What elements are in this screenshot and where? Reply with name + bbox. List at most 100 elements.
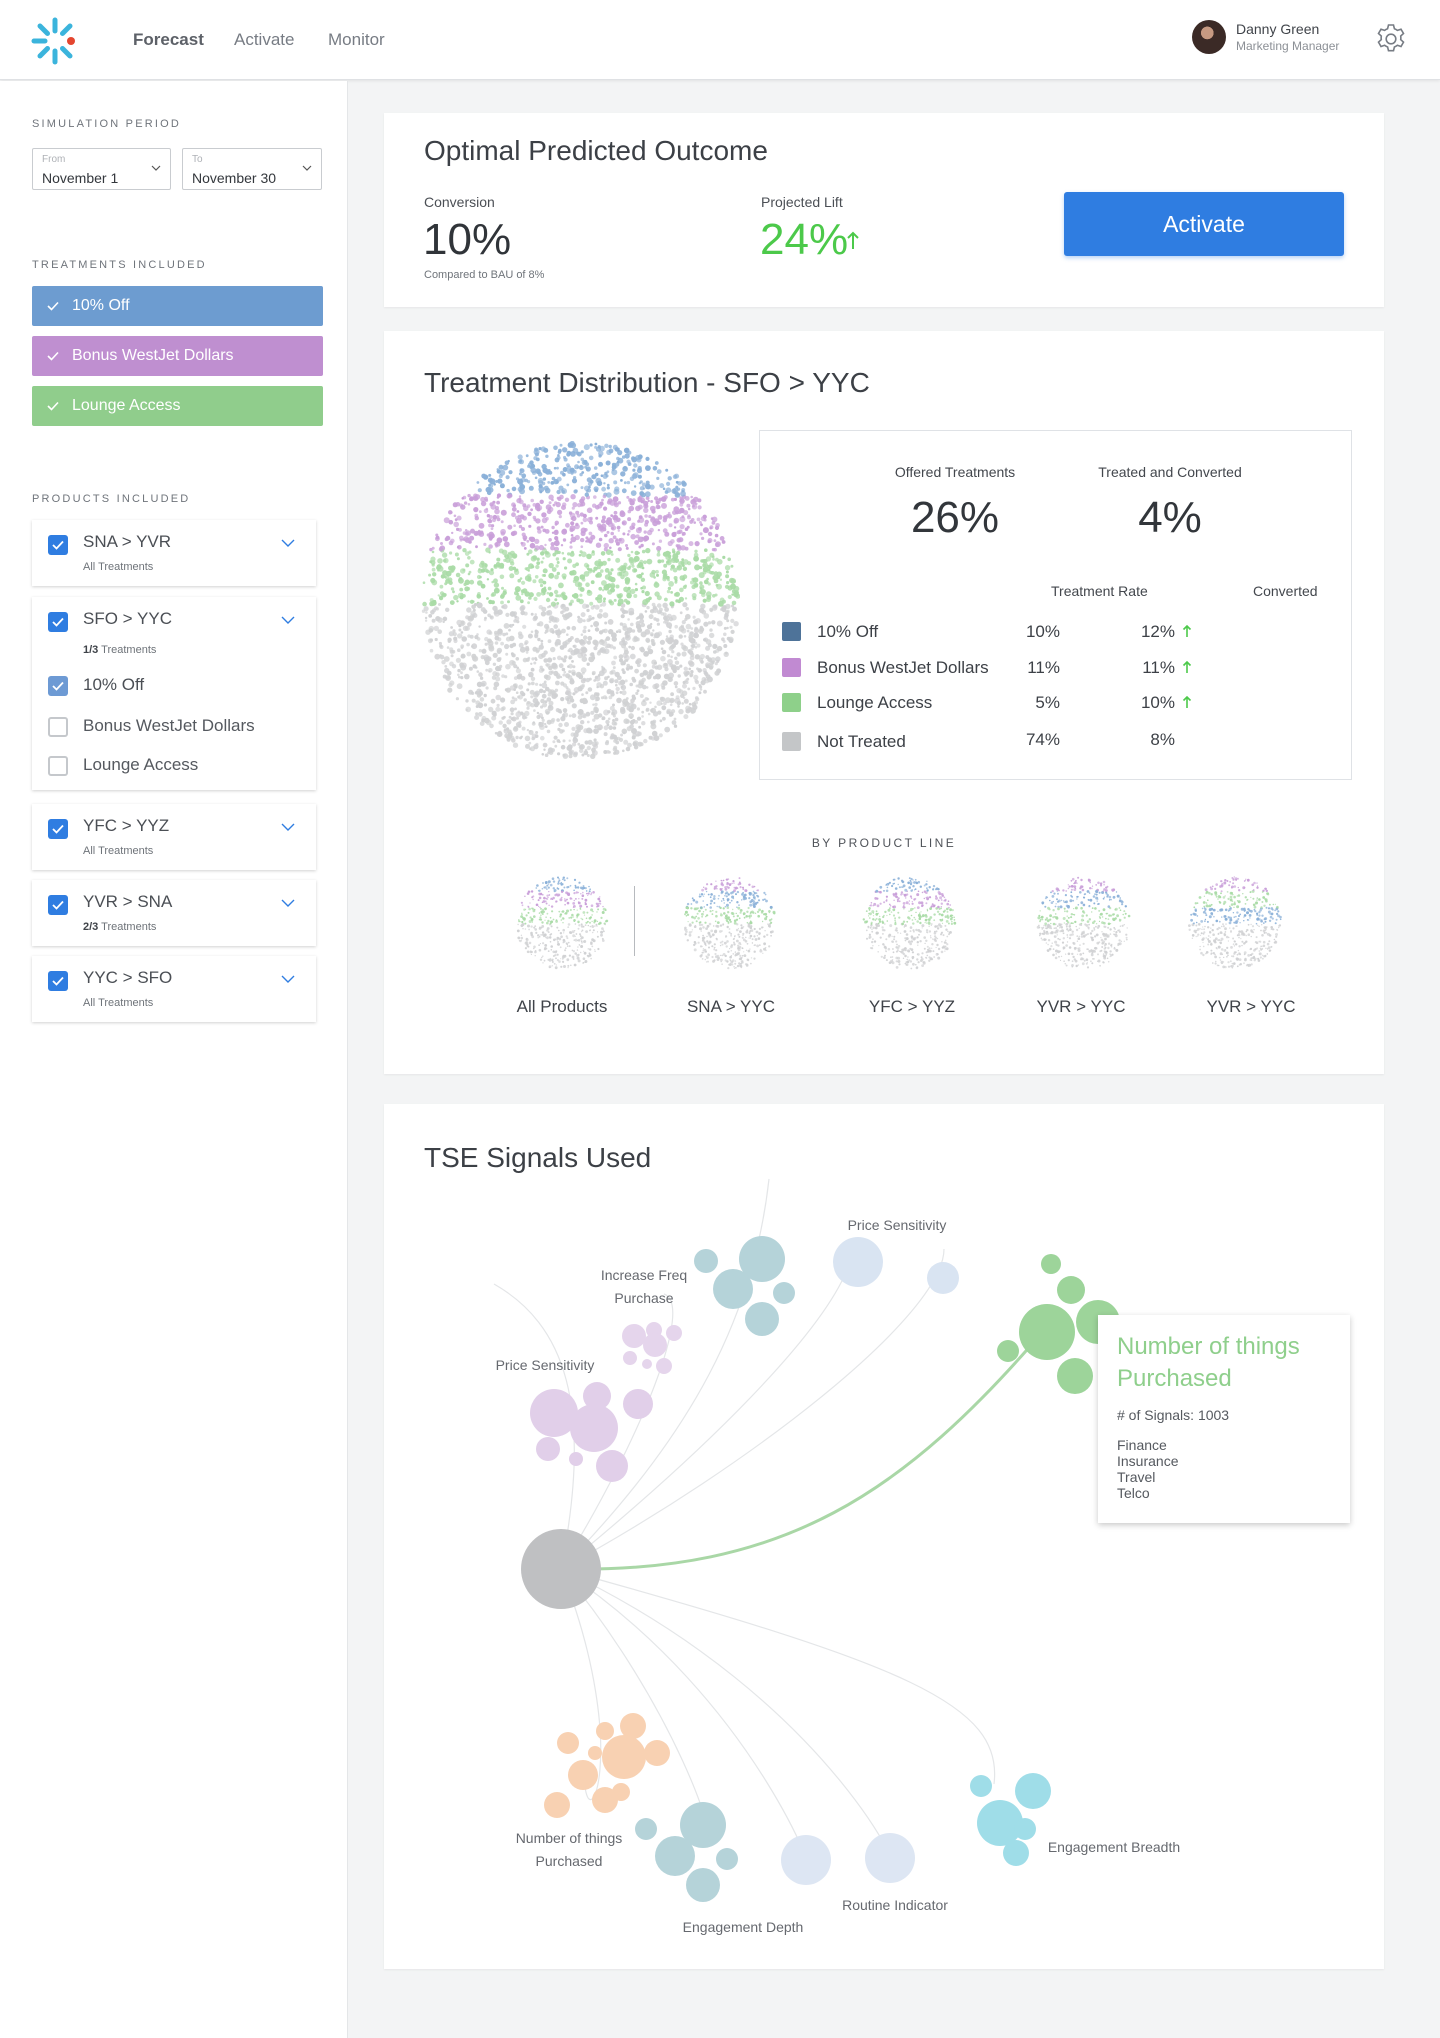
cluster-dot bbox=[544, 881, 548, 884]
activate-button[interactable]: Activate bbox=[1064, 192, 1344, 256]
cluster-dot bbox=[702, 926, 705, 929]
cluster-dot bbox=[756, 894, 758, 897]
cluster-dot bbox=[674, 660, 680, 665]
product-line-dots-yvr-yyc-2[interactable] bbox=[1187, 875, 1283, 971]
cluster-dot bbox=[488, 645, 495, 652]
nav-forecast[interactable]: Forecast bbox=[133, 30, 204, 50]
cluster-dot bbox=[588, 656, 595, 663]
cluster-dot bbox=[684, 913, 686, 916]
cluster-dot bbox=[532, 721, 535, 724]
chevron-down-icon[interactable] bbox=[280, 537, 296, 549]
cluster-dot bbox=[1243, 951, 1247, 954]
cluster-dot bbox=[1070, 884, 1074, 888]
cluster-dot bbox=[617, 571, 622, 577]
chevron-down-icon[interactable] bbox=[280, 973, 296, 985]
cluster-dot bbox=[601, 518, 606, 524]
cluster-dot bbox=[465, 563, 470, 568]
cluster-dot bbox=[1055, 949, 1058, 953]
product-checkbox[interactable] bbox=[48, 819, 68, 839]
product-checkbox[interactable] bbox=[48, 895, 68, 915]
cluster-dot bbox=[549, 941, 552, 943]
cluster-dot bbox=[615, 691, 619, 695]
treatment-rate-header: Treatment Rate bbox=[1051, 583, 1148, 599]
cluster-dot bbox=[530, 950, 533, 954]
product-checkbox[interactable] bbox=[48, 971, 68, 991]
nav-activate[interactable]: Activate bbox=[234, 30, 294, 50]
cluster-dot bbox=[610, 514, 614, 517]
cluster-dot bbox=[659, 719, 663, 723]
cluster-dot bbox=[708, 922, 712, 926]
cluster-dot bbox=[1080, 906, 1083, 910]
cluster-dot bbox=[599, 922, 602, 925]
cluster-dot bbox=[532, 555, 538, 560]
product-card-yfc-yyz[interactable]: YFC > YYZ All Treatments bbox=[32, 804, 316, 870]
chevron-down-icon[interactable] bbox=[280, 821, 296, 833]
cluster-dot bbox=[518, 633, 524, 640]
product-card-sna-yvr[interactable]: SNA > YVR All Treatments bbox=[32, 520, 316, 586]
option-label[interactable]: Lounge Access bbox=[83, 755, 198, 775]
cluster-dot bbox=[1270, 912, 1274, 916]
cluster-dot bbox=[505, 652, 509, 656]
product-line-dots-all[interactable] bbox=[514, 875, 610, 971]
cluster-dot bbox=[536, 592, 541, 597]
cluster-dot bbox=[548, 572, 555, 579]
product-card-yvr-sna[interactable]: YVR > SNA 2/3 Treatments bbox=[32, 880, 316, 946]
cluster-dot bbox=[773, 912, 776, 915]
cluster-dot bbox=[538, 486, 545, 493]
product-line-dots-yfc-yyz[interactable] bbox=[861, 875, 957, 971]
cluster-dot bbox=[713, 895, 716, 898]
option-checkbox[interactable] bbox=[48, 756, 68, 776]
date-from-select[interactable]: From November 1 bbox=[32, 148, 171, 190]
cluster-dot bbox=[660, 655, 666, 662]
treatment-label: Lounge Access bbox=[72, 397, 181, 414]
cluster-dot bbox=[550, 542, 555, 547]
cluster-dot bbox=[658, 539, 663, 543]
legend-swatch bbox=[782, 732, 801, 751]
cluster-dot bbox=[604, 638, 608, 642]
product-checkbox[interactable] bbox=[48, 612, 68, 632]
cluster-dot bbox=[566, 697, 570, 702]
cluster-dot bbox=[864, 920, 867, 924]
option-label[interactable]: Bonus WestJet Dollars bbox=[83, 716, 255, 736]
cluster-dot bbox=[632, 526, 635, 529]
legend-converted: 8% bbox=[1150, 730, 1175, 749]
date-to-select[interactable]: To November 30 bbox=[182, 148, 322, 190]
product-card-yyc-sfo[interactable]: YYC > SFO All Treatments bbox=[32, 956, 316, 1022]
cluster-dot bbox=[746, 910, 749, 913]
cluster-dot bbox=[590, 753, 596, 759]
cluster-dot bbox=[672, 550, 676, 554]
cluster-dot bbox=[469, 616, 474, 621]
option-checkbox[interactable] bbox=[48, 717, 68, 737]
cluster-dot bbox=[1106, 895, 1109, 898]
logo-icon[interactable] bbox=[30, 16, 80, 66]
cluster-dot bbox=[1195, 924, 1198, 927]
option-label[interactable]: 10% Off bbox=[83, 675, 144, 695]
cluster-dot bbox=[703, 948, 707, 952]
nav-monitor[interactable]: Monitor bbox=[328, 30, 385, 50]
cluster-dot bbox=[548, 605, 552, 608]
cluster-dot bbox=[559, 898, 563, 902]
avatar[interactable] bbox=[1192, 20, 1226, 54]
product-line-dots-yvr-yyc-1[interactable] bbox=[1036, 875, 1132, 971]
option-checkbox[interactable] bbox=[48, 676, 68, 696]
product-line-dots-sna-yyc[interactable] bbox=[682, 875, 778, 971]
gear-icon[interactable] bbox=[1374, 22, 1408, 56]
treatment-chip-10-off[interactable]: 10% Off bbox=[32, 286, 323, 326]
cluster-dot bbox=[723, 651, 729, 657]
cluster-dot bbox=[932, 884, 936, 888]
cluster-dot bbox=[517, 936, 521, 940]
chevron-down-icon[interactable] bbox=[280, 897, 296, 909]
user-profile[interactable]: Danny Green Marketing Manager bbox=[1192, 20, 1339, 54]
cluster-dot bbox=[548, 965, 552, 968]
treatment-chip-lounge-access[interactable]: Lounge Access bbox=[32, 386, 323, 426]
cluster-dot bbox=[519, 459, 524, 465]
cluster-dot bbox=[868, 933, 871, 936]
product-card-sfo-yyc[interactable]: SFO > YYC 1/3 Treatments 10% Off Bonus W… bbox=[32, 597, 316, 790]
chevron-down-icon[interactable] bbox=[280, 614, 296, 626]
treatment-chip-bonus-westjet[interactable]: Bonus WestJet Dollars bbox=[32, 336, 323, 376]
product-checkbox[interactable] bbox=[48, 535, 68, 555]
distribution-title: Treatment Distribution - SFO > YYC bbox=[424, 367, 870, 398]
cluster-dot bbox=[887, 908, 891, 912]
cluster-dot bbox=[1100, 937, 1102, 939]
cluster-dot bbox=[593, 466, 598, 470]
